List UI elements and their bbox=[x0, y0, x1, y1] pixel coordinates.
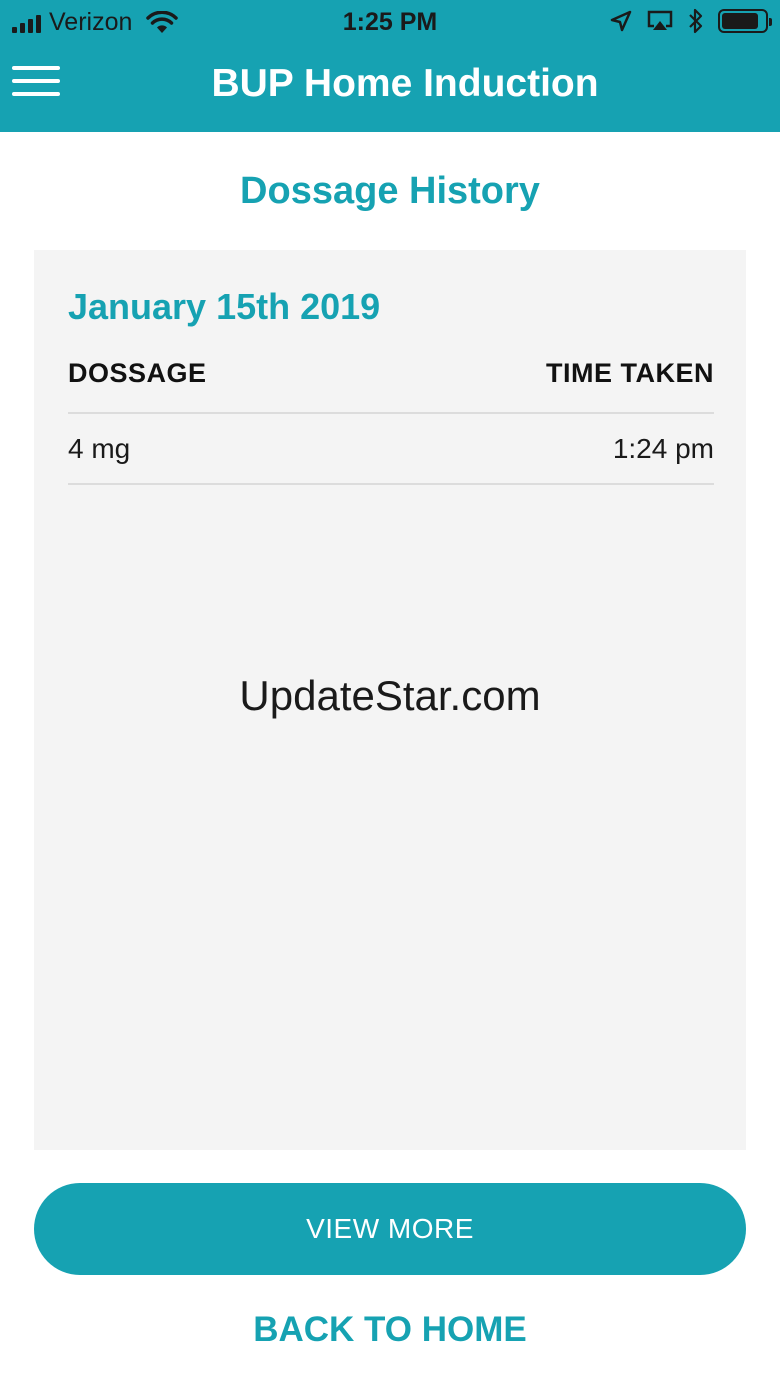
table-row: 4 mg 1:24 pm bbox=[68, 414, 714, 485]
table-header: DOSSAGE TIME TAKEN bbox=[68, 358, 714, 414]
history-card: January 15th 2019 DOSSAGE TIME TAKEN 4 m… bbox=[34, 250, 746, 1150]
time-cell: 1:24 pm bbox=[612, 432, 714, 464]
column-header-time: TIME TAKEN bbox=[546, 358, 714, 388]
battery-level bbox=[722, 13, 758, 29]
battery-icon bbox=[718, 9, 772, 33]
dosage-table: DOSSAGE TIME TAKEN 4 mg 1:24 pm bbox=[68, 358, 714, 485]
column-header-dosage: DOSSAGE bbox=[68, 358, 207, 388]
airplay-icon bbox=[647, 10, 673, 30]
history-date: January 15th 2019 bbox=[68, 286, 381, 327]
app-header: BUP Home Induction bbox=[0, 44, 780, 132]
status-right bbox=[610, 8, 772, 34]
view-more-button[interactable]: VIEW MORE bbox=[34, 1183, 746, 1275]
dosage-cell: 4 mg bbox=[68, 432, 131, 464]
bluetooth-icon bbox=[689, 8, 703, 34]
app-title: BUP Home Induction bbox=[211, 62, 599, 105]
page-title: Dossage History bbox=[240, 170, 540, 212]
location-icon bbox=[610, 10, 632, 32]
back-to-home-link[interactable]: BACK TO HOME bbox=[0, 1310, 780, 1350]
watermark: UpdateStar.com bbox=[239, 672, 541, 719]
status-bar: Verizon 1:25 PM bbox=[0, 0, 780, 44]
